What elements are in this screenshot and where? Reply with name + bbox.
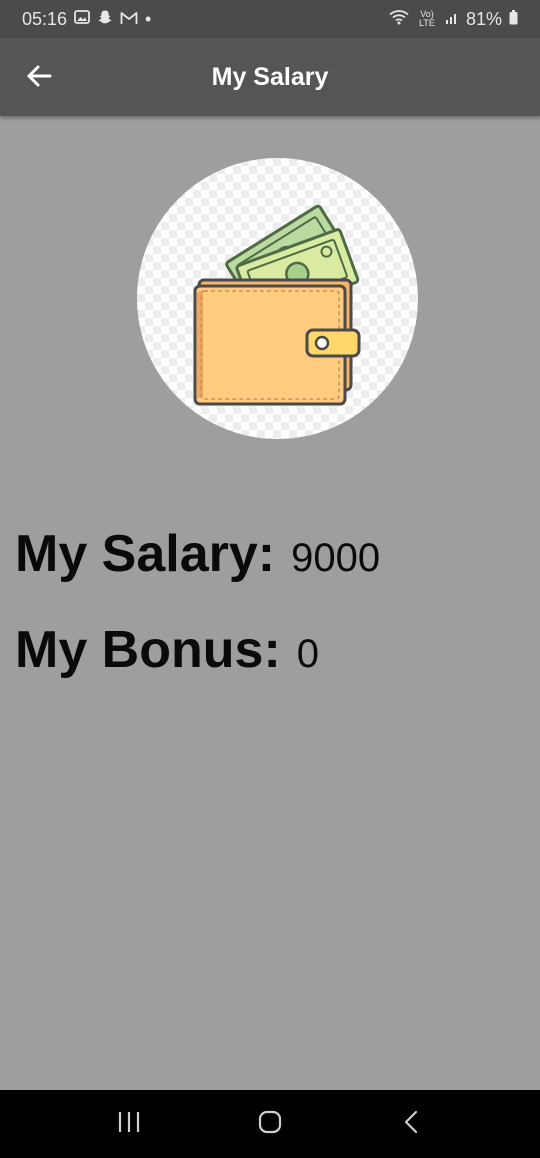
wallet-with-money-icon	[193, 204, 361, 406]
wallet-avatar	[137, 158, 418, 439]
gmail-icon	[120, 9, 138, 30]
status-bar: 05:16 • Vo) LTE 81%	[0, 0, 540, 38]
bonus-label: My Bonus:	[15, 621, 281, 679]
network-type: Vo) LTE	[419, 9, 435, 28]
recents-button[interactable]	[99, 1094, 159, 1154]
snapchat-icon	[97, 9, 113, 30]
salary-label: My Salary:	[15, 525, 276, 583]
bonus-value: 0	[296, 632, 320, 676]
home-button[interactable]	[240, 1094, 300, 1154]
wifi-icon	[389, 9, 409, 30]
home-icon	[258, 1110, 282, 1139]
system-nav-bar	[0, 1090, 540, 1158]
salary-row: My Salary: 9000	[15, 524, 380, 584]
status-time: 05:16	[22, 8, 68, 29]
notification-dot: •	[145, 8, 152, 29]
gallery-icon	[74, 9, 90, 30]
nav-back-button[interactable]	[381, 1094, 441, 1154]
status-right: Vo) LTE 81%	[389, 9, 518, 30]
status-left: 05:16 •	[22, 9, 151, 30]
bonus-row: My Bonus: 0	[15, 620, 319, 680]
battery-icon	[509, 9, 518, 30]
back-icon	[404, 1110, 418, 1139]
signal-icon	[445, 9, 459, 30]
page-title: My Salary	[211, 62, 329, 91]
app-bar: My Salary	[0, 38, 540, 116]
back-button[interactable]	[22, 61, 56, 95]
battery-percent: 81%	[465, 8, 502, 29]
recents-icon	[117, 1111, 141, 1138]
back-arrow-icon	[26, 64, 52, 93]
salary-value: 9000	[291, 536, 381, 580]
